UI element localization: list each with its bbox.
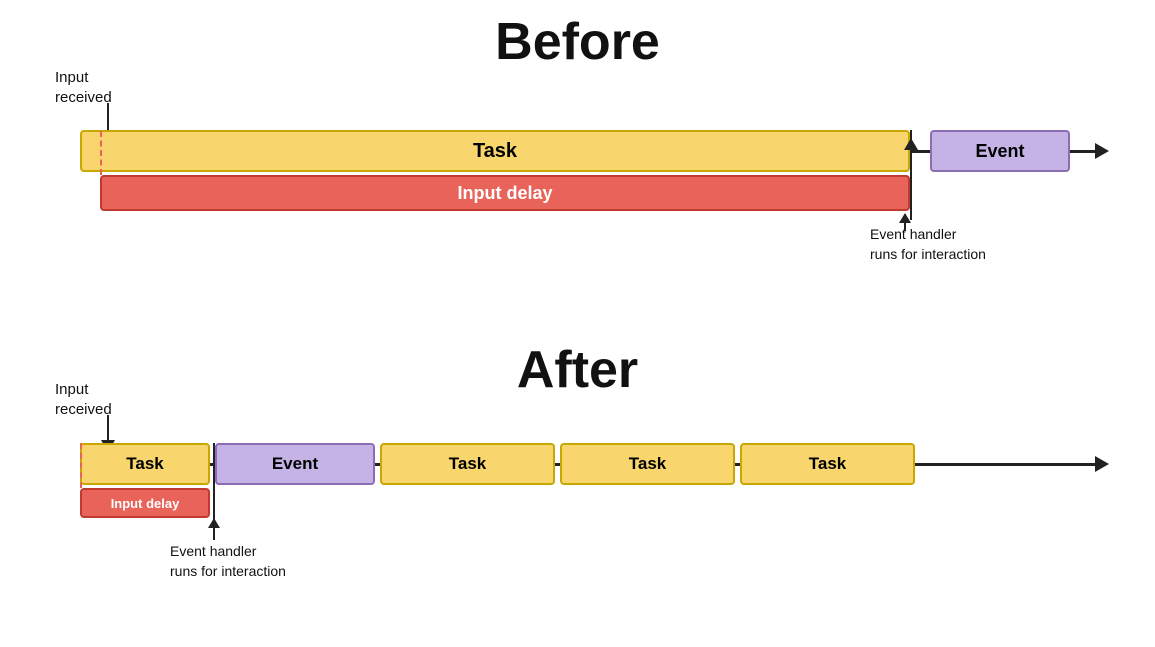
before-section: Before Input received Task Event Input d… xyxy=(0,0,1155,310)
after-task1-block: Task xyxy=(80,443,210,485)
before-input-delay-block: Input delay xyxy=(100,175,910,211)
after-input-received-label: Input received xyxy=(55,380,112,419)
after-event-handler-line xyxy=(213,443,215,523)
after-event-block: Event xyxy=(215,443,375,485)
after-timeline-arrow xyxy=(1095,456,1109,472)
before-input-received-label: Input received xyxy=(55,68,112,107)
after-section: After Input received Task Event Task Tas… xyxy=(0,320,1155,647)
before-dashed-line xyxy=(100,131,102,175)
before-event-handler-arrow xyxy=(895,213,915,231)
after-event-handler-label: Event handler runs for interaction xyxy=(170,542,286,581)
before-up-arrow xyxy=(904,138,918,150)
after-task4-block: Task xyxy=(740,443,915,485)
before-event-handler-label: Event handler runs for interaction xyxy=(870,225,986,264)
after-event-handler-arrow xyxy=(204,518,224,540)
after-dashed-line xyxy=(80,443,82,488)
before-title: Before xyxy=(0,12,1155,72)
before-task-block: Task xyxy=(80,130,910,172)
before-timeline-arrow xyxy=(1095,143,1109,159)
after-title: After xyxy=(0,340,1155,400)
before-event-block: Event xyxy=(930,130,1070,172)
after-task3-block: Task xyxy=(560,443,735,485)
after-task2-block: Task xyxy=(380,443,555,485)
after-input-delay-block: Input delay xyxy=(80,488,210,518)
diagram-container: Before Input received Task Event Input d… xyxy=(0,0,1155,647)
